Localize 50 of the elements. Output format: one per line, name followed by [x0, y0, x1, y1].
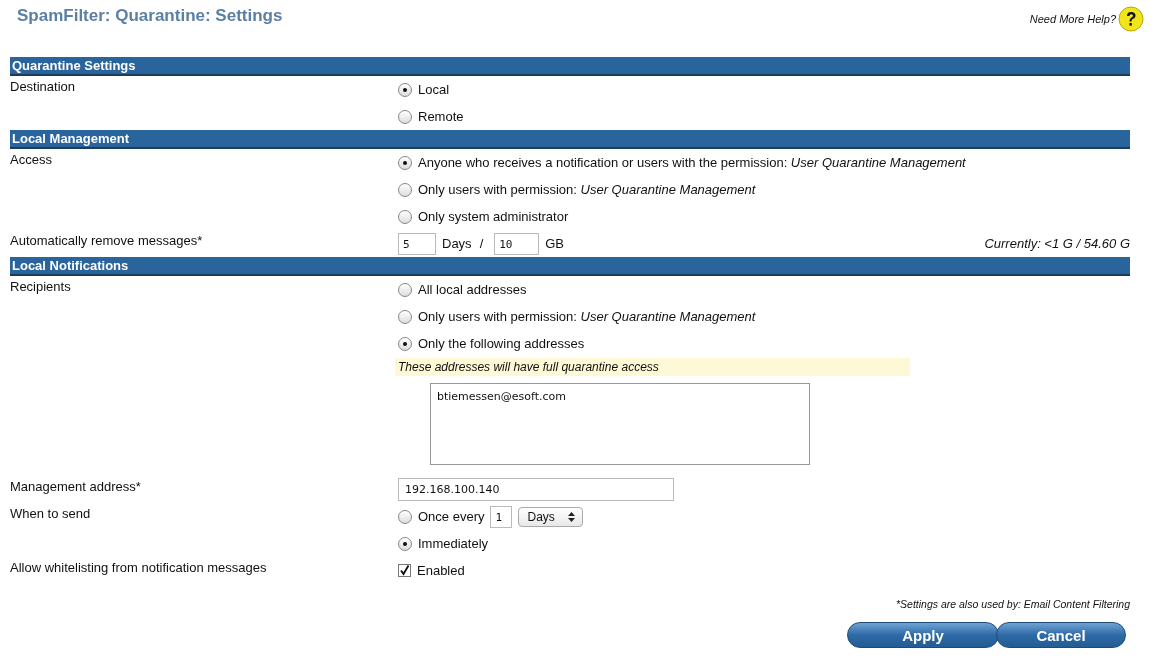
- updown-arrows-icon: [566, 510, 576, 523]
- radio-button[interactable]: [398, 209, 412, 224]
- radio-button[interactable]: [398, 536, 412, 551]
- days-field[interactable]: 5: [398, 232, 436, 255]
- section-header: Local Management: [10, 130, 1130, 149]
- radio-button[interactable]: [398, 82, 412, 97]
- unit-dropdown[interactable]: Days: [518, 506, 583, 527]
- field-label: Recipients: [10, 279, 71, 294]
- option-label: Once every: [418, 509, 485, 524]
- option-label: Local: [418, 82, 450, 97]
- field-label: Management address*: [10, 479, 141, 494]
- radio-button[interactable]: [398, 336, 412, 351]
- field-label: Allow whitelisting from notification messages: [10, 560, 267, 575]
- interval-field[interactable]: 1: [490, 505, 513, 528]
- option-label: Enabled: [417, 563, 465, 578]
- radio-button[interactable]: [398, 155, 412, 170]
- checkbox[interactable]: [398, 564, 411, 577]
- cancel-button[interactable]: Cancel: [996, 622, 1126, 648]
- note-banner: These addresses will have full quarantine access: [395, 358, 910, 376]
- option-label: All local addresses: [418, 282, 527, 297]
- help-link[interactable]: Need More Help?: [1029, 13, 1116, 25]
- option-label: Immediately: [418, 536, 489, 551]
- field-label: Automatically remove messages*: [10, 233, 203, 248]
- option-label: Remote: [418, 109, 464, 124]
- size-field[interactable]: 10: [494, 232, 540, 255]
- usage-status: Currently: <1 G / 54.60 G: [984, 236, 1130, 251]
- apply-button[interactable]: Apply: [847, 622, 999, 648]
- radio-button[interactable]: [398, 109, 412, 124]
- option-label: Anyone who receives a notification or users with the permission: User Quarantine Management: [418, 155, 966, 170]
- field-label: When to send: [10, 506, 91, 521]
- help-icon[interactable]: [1118, 6, 1144, 32]
- unit-label: Days: [442, 236, 472, 251]
- page-title: SpamFilter: Quarantine: Settings: [16, 5, 284, 26]
- radio-button[interactable]: [398, 282, 412, 297]
- field-label: Destination: [10, 79, 76, 94]
- radio-button[interactable]: [398, 309, 412, 324]
- separator-text: /: [479, 236, 484, 251]
- section-header: Quarantine Settings: [10, 57, 1130, 76]
- option-label: Only system administrator: [418, 209, 569, 224]
- field-label: Access: [10, 152, 52, 167]
- footnote: *Settings are also used by: Email Content Filtering: [894, 598, 1130, 610]
- radio-button[interactable]: [398, 182, 412, 197]
- radio-button[interactable]: [398, 509, 412, 524]
- unit-label: GB: [545, 236, 565, 251]
- option-label: Only the following addresses: [418, 336, 585, 351]
- section-header: Local Notifications: [10, 257, 1130, 276]
- option-label: Only users with permission: User Quarantine Management: [418, 182, 756, 197]
- addresses-textarea[interactable]: btiemessen@esoft.com: [430, 383, 810, 465]
- address-field[interactable]: 192.168.100.140: [398, 478, 674, 501]
- option-label: Only users with permission: User Quarantine Management: [418, 309, 756, 324]
